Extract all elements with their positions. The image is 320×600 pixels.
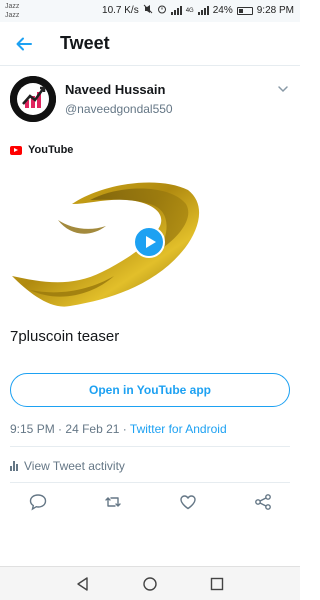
app-header: Tweet: [0, 22, 300, 66]
like-icon: [180, 495, 196, 510]
back-button[interactable]: [12, 32, 36, 56]
author-handle[interactable]: @naveedgondal550: [65, 102, 173, 116]
battery-percent: 24%: [212, 5, 233, 16]
clock: 9:28 PM: [256, 5, 294, 16]
tweet-meta: 9:15 PM · 24 Feb 21 · Twitter for Androi…: [10, 422, 227, 436]
reply-button[interactable]: [28, 492, 48, 512]
page-title: Tweet: [60, 33, 110, 53]
divider: [10, 482, 290, 483]
retweet-icon: [105, 497, 121, 507]
retweet-button[interactable]: [103, 492, 123, 512]
avatar-logo-icon: [10, 76, 56, 122]
open-in-youtube-button[interactable]: Open in YouTube app: [10, 373, 290, 407]
cell-signal-icon: [197, 6, 209, 15]
video-title[interactable]: 7pluscoin teaser: [10, 328, 119, 345]
meta-separator: ·: [122, 422, 130, 436]
share-button[interactable]: [253, 492, 273, 512]
nav-recents-icon: [210, 577, 224, 591]
chevron-down-icon: [278, 86, 288, 93]
system-nav-bar: [0, 566, 300, 600]
youtube-icon: [10, 145, 22, 155]
carrier-line-1: Jazz: [5, 3, 20, 10]
tweet-menu-button[interactable]: [276, 82, 290, 96]
avatar[interactable]: [10, 76, 56, 122]
nav-back-icon: [77, 577, 88, 591]
reply-icon: [29, 494, 47, 511]
network-type: 4G: [185, 7, 194, 14]
status-bar: Jazz Jazz 10.7 K/s 4G 24% 9:28 PM: [0, 0, 300, 22]
nav-recents-button[interactable]: [209, 576, 225, 592]
like-button[interactable]: [178, 492, 198, 512]
card-source-label: YouTube: [28, 144, 74, 156]
play-button[interactable]: [133, 226, 165, 258]
carrier-line-2: Jazz: [5, 12, 20, 19]
nav-back-button[interactable]: [75, 576, 91, 592]
card-source: YouTube: [10, 144, 73, 156]
nav-home-icon: [143, 577, 157, 591]
divider: [10, 446, 290, 447]
network-speed: 10.7 K/s: [102, 5, 139, 16]
author-name[interactable]: Naveed Hussain: [65, 82, 165, 97]
tweet-time: 9:15 PM: [10, 422, 55, 436]
mute-icon: [143, 4, 153, 17]
nav-home-button[interactable]: [142, 576, 158, 592]
alarm-icon: [157, 4, 167, 17]
view-tweet-activity-label: View Tweet activity: [24, 459, 125, 473]
share-icon: [255, 494, 271, 510]
carrier-labels: Jazz Jazz: [5, 2, 19, 20]
bar-chart-icon: [10, 461, 18, 471]
view-tweet-activity[interactable]: View Tweet activity: [10, 459, 125, 473]
tweet-actions: [0, 492, 300, 516]
battery-icon: [236, 6, 253, 15]
wifi-signal-icon: [170, 6, 182, 15]
tweet-date: 24 Feb 21: [65, 422, 120, 436]
arrow-left-icon: [16, 37, 32, 51]
tweet-client-link[interactable]: Twitter for Android: [130, 422, 227, 436]
play-icon: [145, 236, 156, 248]
status-indicators: 10.7 K/s 4G 24% 9:28 PM: [102, 4, 294, 17]
